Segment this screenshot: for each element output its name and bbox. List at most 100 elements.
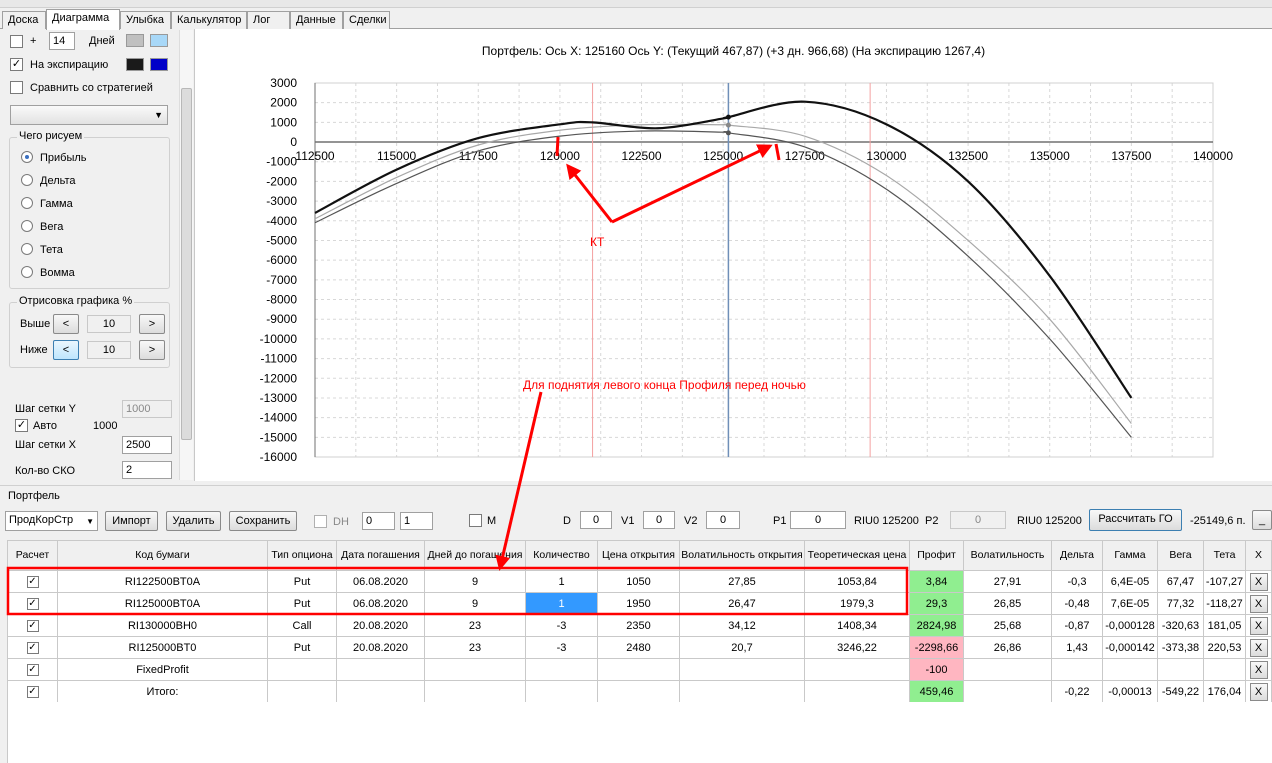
cell-Код бумаги[interactable]: RI125000BT0A <box>57 592 268 615</box>
tab-calculator[interactable]: Калькулятор <box>171 11 247 29</box>
tab-smile[interactable]: Улыбка <box>120 11 171 29</box>
calc-checkbox[interactable]: ✓ <box>26 575 39 588</box>
col-calc[interactable]: Расчет <box>7 540 58 571</box>
col-volatility[interactable]: Волатильность <box>963 540 1052 571</box>
cell-Количество[interactable]: 1 <box>525 570 598 593</box>
v1-input[interactable]: 0 <box>643 511 675 529</box>
table-row[interactable]: ✓ RI125000BT0A Put 06.08.2020 9 1 1950 26,47 197… <box>7 592 1272 615</box>
spin-2-input[interactable]: 1 <box>400 512 433 530</box>
cell-Дельта[interactable]: 1,43 <box>1051 636 1103 659</box>
minimize-button[interactable]: _ <box>1252 510 1272 530</box>
table-row[interactable]: ✓ RI122500BT0A Put 06.08.2020 9 1 1050 27,85 105… <box>7 570 1272 593</box>
dh-checkbox[interactable] <box>314 515 327 528</box>
cell-Волатильность[interactable]: 25,68 <box>963 614 1052 637</box>
cell-Код бумаги[interactable]: FixedProfit <box>57 658 268 681</box>
tab-data[interactable]: Данные <box>290 11 343 29</box>
cell-Цена открытия[interactable] <box>597 680 680 703</box>
cell-Теоретическая цена[interactable] <box>804 658 910 681</box>
cell-Волатильность[interactable] <box>963 680 1052 703</box>
cell-Количество[interactable] <box>525 658 598 681</box>
radio-profit[interactable] <box>21 151 33 163</box>
cell-Волатильность[interactable]: 26,86 <box>963 636 1052 659</box>
cell-Код бумаги[interactable]: RI125000BT0 <box>57 636 268 659</box>
above-increase-button[interactable]: > <box>139 314 165 334</box>
remove-row-button[interactable]: X <box>1249 638 1268 657</box>
col-open-price[interactable]: Цена открытия <box>597 540 680 571</box>
cell-Гамма[interactable]: -0,000142 <box>1102 636 1158 659</box>
col-vega[interactable]: Вега <box>1157 540 1204 571</box>
expiry-checkbox[interactable]: ✓ <box>10 58 23 71</box>
cell-Тета[interactable]: 176,04 <box>1203 680 1246 703</box>
cell-Код бумаги[interactable]: RI130000BH0 <box>57 614 268 637</box>
spin-1-input[interactable]: 0 <box>362 512 395 530</box>
cell-Вега[interactable]: -549,22 <box>1157 680 1204 703</box>
days-input[interactable]: 14 <box>49 32 75 50</box>
cell-Теоретическая цена[interactable]: 1979,3 <box>804 592 910 615</box>
tab-log[interactable]: Лог <box>247 11 290 29</box>
tab-deals[interactable]: Сделки <box>343 11 390 29</box>
below-decrease-button[interactable]: < <box>53 340 79 360</box>
calc-checkbox[interactable]: ✓ <box>26 597 39 610</box>
tab-diagram[interactable]: Диаграмма <box>46 9 120 30</box>
cell-Цена открытия[interactable]: 1950 <box>597 592 680 615</box>
above-input[interactable]: 10 <box>87 315 131 333</box>
cell-Гамма[interactable]: 7,6E-05 <box>1102 592 1158 615</box>
cell-Волатильность[interactable] <box>963 658 1052 681</box>
left-panel-scrollbar[interactable] <box>179 30 193 480</box>
cell-Тип опциона[interactable]: Call <box>267 614 337 637</box>
remove-row-button[interactable]: X <box>1249 572 1268 591</box>
cell-Профит[interactable]: -2298,66 <box>909 636 964 659</box>
cell-Количество[interactable] <box>525 680 598 703</box>
cell-Тип опциона[interactable]: Put <box>267 570 337 593</box>
color-swatch-expiry-2[interactable] <box>150 58 168 71</box>
radio-gamma[interactable] <box>21 197 33 209</box>
cell-Волатильность открытия[interactable] <box>679 658 805 681</box>
cell-Гамма[interactable]: 6,4E-05 <box>1102 570 1158 593</box>
cell-Дней до погашения[interactable]: 9 <box>424 570 526 593</box>
save-button[interactable]: Сохранить <box>229 511 297 531</box>
cell-Дней до погашения[interactable]: 23 <box>424 636 526 659</box>
cell-Цена открытия[interactable]: 1050 <box>597 570 680 593</box>
radio-theta[interactable] <box>21 243 33 255</box>
cell-Профит[interactable]: 3,84 <box>909 570 964 593</box>
calc-cell[interactable]: ✓ <box>7 570 58 593</box>
calc-cell[interactable]: ✓ <box>7 658 58 681</box>
cell-Тип опциона[interactable] <box>267 680 337 703</box>
table-row[interactable]: ✓ Итого: 459,46 -0,22 -0,00013 -549,22 176,04 X <box>7 680 1272 703</box>
col-code[interactable]: Код бумаги <box>57 540 268 571</box>
cell-Дельта[interactable]: -0,87 <box>1051 614 1103 637</box>
cell-Тета[interactable]: -118,27 <box>1203 592 1246 615</box>
plus-days-checkbox[interactable] <box>10 35 23 48</box>
cell-Теоретическая цена[interactable]: 1408,34 <box>804 614 910 637</box>
cell-Гамма[interactable] <box>1102 658 1158 681</box>
cell-Дельта[interactable]: -0,22 <box>1051 680 1103 703</box>
cell-Дата погашения[interactable]: 06.08.2020 <box>336 570 425 593</box>
col-expiry-date[interactable]: Дата погашения <box>336 540 425 571</box>
cell-Дней до погашения[interactable]: 23 <box>424 614 526 637</box>
radio-delta[interactable] <box>21 174 33 186</box>
cell-Тета[interactable] <box>1203 658 1246 681</box>
strategy-dropdown[interactable]: ▼ <box>10 105 168 125</box>
radio-vega[interactable] <box>21 220 33 232</box>
color-swatch-days-1[interactable] <box>126 34 144 47</box>
cell-Вега[interactable]: 77,32 <box>1157 592 1204 615</box>
cell-Дней до погашения[interactable] <box>424 658 526 681</box>
col-x[interactable]: X <box>1245 540 1272 571</box>
cell-Волатильность открытия[interactable]: 27,85 <box>679 570 805 593</box>
calc-cell[interactable]: ✓ <box>7 614 58 637</box>
radio-vomma[interactable] <box>21 266 33 278</box>
grid-x-input[interactable]: 2500 <box>122 436 172 454</box>
cell-Профит[interactable]: -100 <box>909 658 964 681</box>
col-quantity[interactable]: Количество <box>525 540 598 571</box>
cell-Волатильность открытия[interactable]: 26,47 <box>679 592 805 615</box>
col-delta[interactable]: Дельта <box>1051 540 1103 571</box>
tab-board[interactable]: Доска <box>2 11 46 29</box>
cell-Теоретическая цена[interactable]: 1053,84 <box>804 570 910 593</box>
table-row[interactable]: ✓ FixedProfit -100 X <box>7 658 1272 681</box>
v2-input[interactable]: 0 <box>706 511 740 529</box>
sko-input[interactable]: 2 <box>122 461 172 479</box>
calc-cell[interactable]: ✓ <box>7 636 58 659</box>
grid-y-input[interactable]: 1000 <box>122 400 172 418</box>
col-gamma[interactable]: Гамма <box>1102 540 1158 571</box>
cell-Количество[interactable]: 1 <box>525 592 598 615</box>
